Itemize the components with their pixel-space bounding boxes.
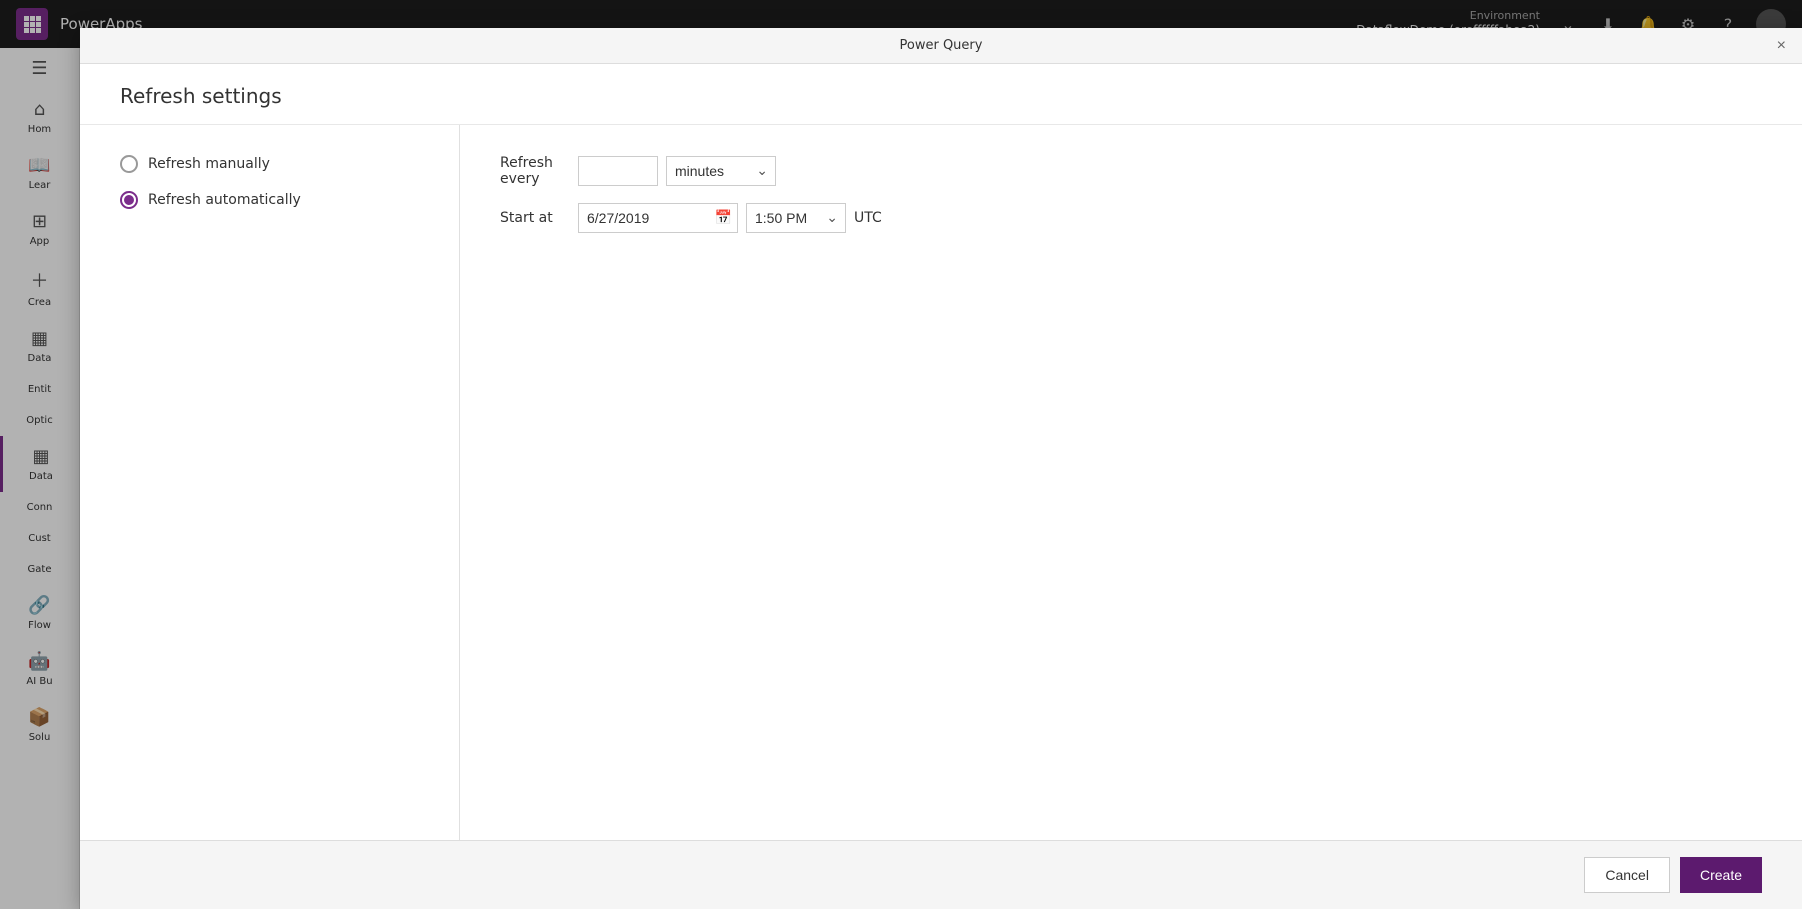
modal-body: Refresh manually Refresh automatically R… (80, 125, 1802, 840)
refresh-unit-wrapper: minutes hours days (666, 156, 776, 186)
right-panel: Refresh every minutes hours days Start a… (460, 125, 1802, 840)
start-at-label: Start at (500, 210, 570, 226)
date-input-wrapper: 📅 (578, 203, 738, 233)
start-at-row: Start at 📅 12:00 AM 1:00 AM 1:50 PM 2:00… (500, 203, 1762, 233)
refresh-every-row: Refresh every minutes hours days (500, 155, 1762, 187)
refresh-every-label: Refresh every (500, 155, 570, 187)
cancel-button[interactable]: Cancel (1584, 857, 1670, 893)
modal-title: Refresh settings (120, 84, 1762, 108)
radio-manually-indicator[interactable] (120, 155, 138, 173)
left-panel: Refresh manually Refresh automatically (80, 125, 460, 840)
radio-manually-label: Refresh manually (148, 156, 270, 172)
refresh-every-input[interactable] (578, 156, 658, 186)
refresh-unit-select[interactable]: minutes hours days (666, 156, 776, 186)
radio-automatically-label: Refresh automatically (148, 192, 301, 208)
modal-header: Refresh settings (80, 64, 1802, 125)
refresh-settings-modal: Power Query × Refresh settings Refresh m… (80, 28, 1802, 909)
start-time-select[interactable]: 12:00 AM 1:00 AM 1:50 PM 2:00 PM (746, 203, 846, 233)
radio-automatically-indicator[interactable] (120, 191, 138, 209)
time-select-wrapper: 12:00 AM 1:00 AM 1:50 PM 2:00 PM (746, 203, 846, 233)
modal-titlebar: Power Query × (80, 28, 1802, 64)
radio-item-automatically[interactable]: Refresh automatically (120, 191, 419, 209)
modal-close-button[interactable]: × (1773, 34, 1790, 58)
refresh-mode-radio-group: Refresh manually Refresh automatically (120, 155, 419, 209)
start-date-input[interactable] (578, 203, 738, 233)
radio-item-manually[interactable]: Refresh manually (120, 155, 419, 173)
create-button[interactable]: Create (1680, 857, 1762, 893)
modal-footer: Cancel Create (80, 840, 1802, 909)
utc-label: UTC (854, 210, 882, 226)
modal-titlebar-text: Power Query (900, 38, 983, 53)
